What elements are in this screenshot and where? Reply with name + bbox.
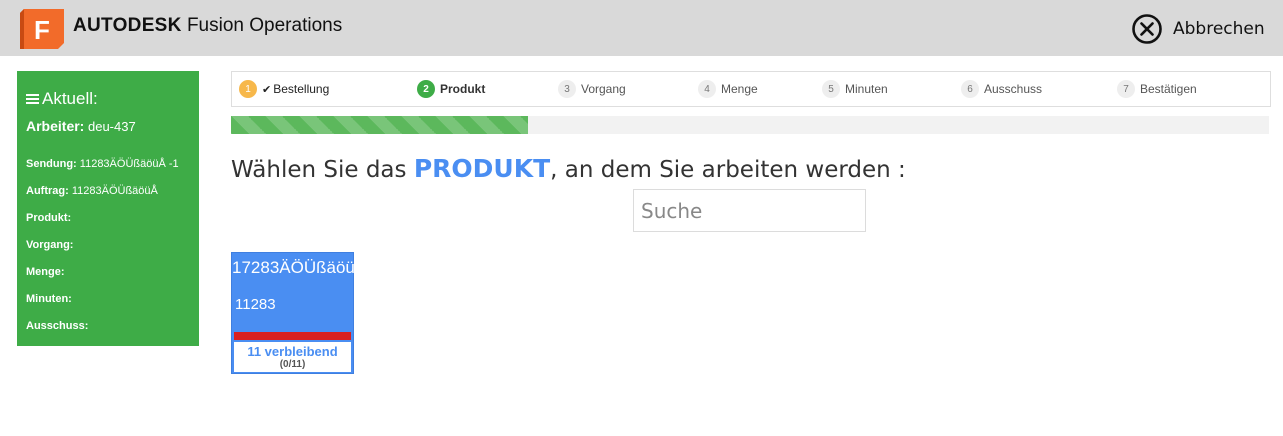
wizard-progress-bar [231, 116, 1269, 134]
logo-letter: F [34, 15, 50, 45]
close-circle-icon [1132, 14, 1162, 44]
status-row-product: Produkt: [26, 212, 71, 224]
step-number: 2 [417, 80, 435, 98]
step-number: 3 [558, 80, 576, 98]
step-number: 1 [239, 80, 257, 98]
step-minutes[interactable]: 5 Minuten [822, 80, 888, 98]
wizard-steps: 1 ✔ Bestellung 2 Produkt 3 Vorgang 4 Men… [231, 71, 1271, 107]
done-count: (0/11) [279, 359, 306, 370]
step-number: 5 [822, 80, 840, 98]
status-label: Produkt: [26, 212, 72, 224]
panel-heading: Aktuell: [26, 89, 98, 109]
fusion-logo-icon: F [20, 9, 64, 49]
hamburger-icon [26, 92, 39, 106]
worker-label: Arbeiter: [26, 118, 85, 134]
current-status-panel: Aktuell: Arbeiter: deu-437 Sendung: 1128… [17, 71, 199, 346]
top-bar: F AUTODESK Fusion Operations Abbrechen [0, 0, 1283, 56]
prompt-text: , an dem Sie arbeiten werden : [550, 157, 906, 183]
status-label: Ausschuss: [26, 320, 89, 332]
step-number: 7 [1117, 80, 1135, 98]
step-label: Ausschuss [984, 82, 1043, 96]
step-order[interactable]: 1 ✔ Bestellung [239, 80, 329, 98]
product-name: 17283ÄÖÜßäöüÅ [232, 258, 367, 277]
step-label: Minuten [845, 82, 888, 96]
status-label: Sendung: [26, 158, 77, 170]
product-code: 11283 [235, 296, 276, 313]
remaining-count: 11 verbleibend [247, 344, 338, 359]
step-quantity[interactable]: 4 Menge [698, 80, 758, 98]
product-name: Fusion Operations [186, 15, 343, 36]
step-label: Produkt [440, 82, 486, 96]
step-number: 4 [698, 80, 716, 98]
status-row-minutes: Minuten: [26, 293, 72, 305]
step-number: 6 [961, 80, 979, 98]
step-label: Vorgang [581, 82, 626, 96]
product-quantity-info: 11 verbleibend (0/11) [234, 342, 351, 372]
step-label: Bestellung [273, 82, 330, 96]
check-icon: ✔ [262, 83, 272, 96]
step-confirm[interactable]: 7 Bestätigen [1117, 80, 1197, 98]
status-label: Menge: [26, 266, 65, 278]
status-row-operation: Vorgang: [26, 239, 73, 251]
panel-title: Aktuell: [42, 89, 98, 108]
scrap-bar [234, 332, 351, 340]
cancel-button[interactable]: Abbrechen [1131, 13, 1265, 45]
status-row-quantity: Menge: [26, 266, 65, 278]
status-value: 11283ÄÖÜßäöüÅ -1 [79, 158, 179, 170]
status-label: Vorgang: [26, 239, 74, 251]
progress-fill [231, 116, 528, 134]
step-label: Bestätigen [1140, 82, 1197, 96]
worker-info: Arbeiter: deu-437 [26, 118, 136, 134]
step-operation[interactable]: 3 Vorgang [558, 80, 626, 98]
step-scrap[interactable]: 6 Ausschuss [961, 80, 1042, 98]
step-label: Menge [721, 82, 758, 96]
cancel-label: Abbrechen [1173, 19, 1265, 39]
status-row-scrap: Ausschuss: [26, 320, 88, 332]
step-product[interactable]: 2 Produkt [417, 80, 485, 98]
status-value: 11283ÄÖÜßäöüÅ [71, 185, 158, 197]
prompt-highlight: PRODUKT [413, 154, 551, 183]
brand-name: AUTODESK [73, 15, 182, 36]
product-tile[interactable]: 17283ÄÖÜßäöüÅ 11283 11 verbleibend (0/11… [231, 252, 367, 374]
page-prompt: Wählen Sie das PRODUKT, an dem Sie arbei… [231, 154, 906, 183]
status-label: Minuten: [26, 293, 72, 305]
status-row-shipment: Sendung: 11283ÄÖÜßäöüÅ -1 [26, 158, 179, 170]
prompt-text: Wählen Sie das [231, 157, 414, 183]
app-title: AUTODESK Fusion Operations [73, 15, 342, 37]
worker-value: deu-437 [87, 119, 136, 134]
search-input[interactable] [633, 189, 866, 232]
status-row-order: Auftrag: 11283ÄÖÜßäöüÅ [26, 185, 158, 197]
status-label: Auftrag: [26, 185, 69, 197]
